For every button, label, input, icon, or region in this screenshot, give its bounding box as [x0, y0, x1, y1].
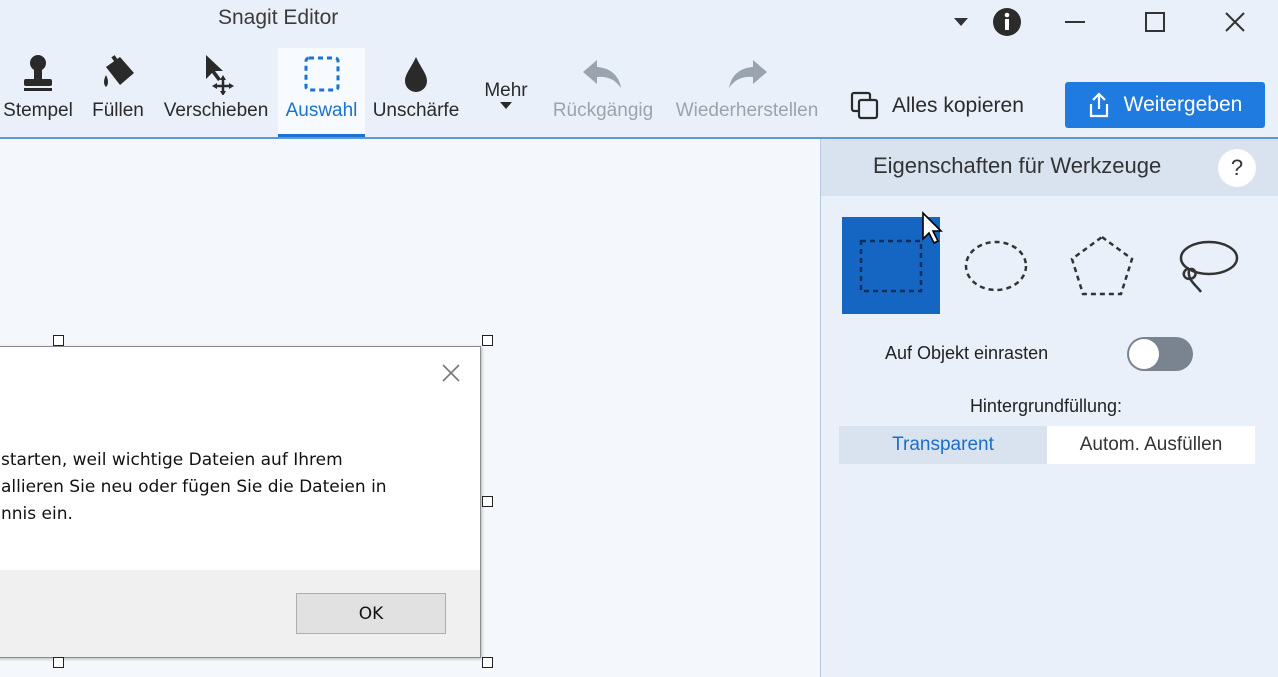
selection-icon	[302, 48, 342, 100]
fill-bucket-icon	[98, 48, 138, 100]
tool-label: Verschieben	[163, 100, 269, 121]
selection-handle[interactable]	[482, 657, 493, 668]
pentagon-dashed-icon	[1070, 234, 1134, 295]
bg-option-auto-fill[interactable]: Autom. Ausfüllen	[1047, 426, 1255, 464]
maximize-button[interactable]	[1135, 8, 1175, 36]
close-button[interactable]	[1215, 8, 1255, 36]
tool-properties-panel: Eigenschaften für Werkzeuge ? Auf Objekt…	[820, 139, 1278, 677]
undo-icon	[581, 48, 625, 100]
tool-move[interactable]: Verschieben	[158, 48, 274, 136]
toolbar: Snagit Editor Stempel Füllen Verschieben	[0, 0, 1278, 139]
ellipse-selection-button[interactable]	[947, 217, 1045, 314]
chevron-down-icon	[500, 102, 512, 109]
lasso-icon	[1179, 240, 1239, 293]
rectangle-dashed-icon	[859, 239, 923, 292]
tool-label: Wiederherstellen	[675, 100, 819, 121]
tool-fill[interactable]: Füllen	[84, 48, 152, 136]
selection-handle[interactable]	[482, 335, 493, 346]
bg-option-transparent[interactable]: Transparent	[839, 426, 1047, 464]
mouse-cursor-icon	[922, 211, 943, 245]
copy-all-button[interactable]: Alles kopieren	[850, 84, 1024, 128]
share-button[interactable]: Weitergeben	[1065, 82, 1265, 128]
blur-drop-icon	[401, 48, 431, 100]
dialog-message-line: allieren Sie neu oder fügen Sie die Date…	[1, 477, 387, 497]
selection-handle[interactable]	[482, 496, 493, 507]
dialog-message: starten, weil wichtige Dateien auf Ihrem…	[0, 447, 471, 528]
ellipse-dashed-icon	[964, 240, 1028, 291]
dialog-footer: OK	[0, 570, 480, 657]
copy-all-label: Alles kopieren	[892, 94, 1024, 117]
move-icon	[196, 48, 236, 100]
panel-title: Eigenschaften für Werkzeuge	[873, 153, 1162, 178]
tool-label: Unschärfe	[372, 100, 460, 121]
tool-label: Auswahl	[285, 100, 358, 121]
share-label: Weitergeben	[1123, 93, 1243, 116]
redo-icon	[725, 48, 769, 100]
redo-button[interactable]: Wiederherstellen	[668, 48, 826, 136]
ok-button: OK	[296, 593, 446, 634]
freehand-selection-button[interactable]	[1157, 217, 1255, 314]
undo-button[interactable]: Rückgängig	[548, 48, 658, 136]
selection-handle[interactable]	[53, 657, 64, 668]
tool-label: Mehr	[484, 80, 528, 101]
background-fill-label: Hintergrundfüllung:	[969, 396, 1123, 416]
captured-dialog-image[interactable]: starten, weil wichtige Dateien auf Ihrem…	[0, 346, 481, 658]
background-fill-segmented: Transparent Autom. Ausfüllen	[839, 426, 1255, 464]
share-icon	[1089, 92, 1108, 118]
polygon-selection-button[interactable]	[1053, 217, 1151, 314]
selection-handle[interactable]	[53, 335, 64, 346]
info-icon[interactable]	[987, 8, 1027, 36]
dialog-message-line: nnis ein.	[1, 504, 73, 524]
close-icon	[439, 361, 463, 385]
tool-selection[interactable]: Auswahl	[278, 48, 365, 137]
tool-label: Stempel	[3, 100, 73, 121]
copy-icon	[850, 91, 879, 120]
more-button[interactable]: Mehr	[474, 80, 538, 120]
help-button[interactable]: ?	[1218, 149, 1256, 187]
tool-stamp[interactable]: Stempel	[0, 48, 76, 136]
snap-to-object-toggle[interactable]	[1127, 337, 1193, 371]
panel-header: Eigenschaften für Werkzeuge ?	[821, 139, 1278, 196]
tool-label: Füllen	[92, 100, 144, 121]
tool-label: Rückgängig	[552, 100, 654, 121]
tool-blur[interactable]: Unschärfe	[369, 48, 463, 136]
stamp-icon	[20, 48, 56, 100]
toggle-knob	[1129, 339, 1159, 369]
dialog-message-line: starten, weil wichtige Dateien auf Ihrem	[1, 450, 343, 470]
window-title: Snagit Editor	[218, 6, 339, 29]
minimize-button[interactable]	[1055, 8, 1095, 36]
dropdown-arrow-icon[interactable]	[941, 8, 981, 36]
snap-to-object-label: Auf Objekt einrasten	[885, 343, 1049, 363]
